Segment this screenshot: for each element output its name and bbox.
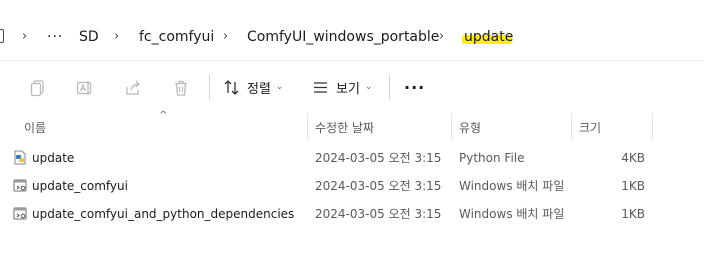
python-file-icon — [13, 150, 27, 165]
copy-icon[interactable] — [29, 79, 47, 97]
column-header-modified[interactable]: 수정한 날짜 — [315, 119, 374, 139]
toolbar-separator — [389, 74, 390, 100]
file-modified: 2024-03-05 오전 3:15 — [315, 179, 442, 193]
breadcrumb-sd[interactable]: SD — [79, 28, 99, 46]
sort-button[interactable]: 정렬 ⌄ — [223, 76, 283, 98]
file-name: update_comfyui — [32, 179, 128, 193]
file-modified: 2024-03-05 오전 3:15 — [315, 207, 442, 221]
column-header-size[interactable]: 크기 — [579, 119, 601, 139]
file-size: 1KB — [621, 207, 645, 221]
sort-icon — [223, 79, 240, 96]
column-divider[interactable] — [571, 113, 572, 140]
breadcrumb-overflow-button[interactable]: ··· — [47, 28, 63, 46]
chevron-down-icon: ⌄ — [275, 82, 284, 92]
file-type: Windows 배치 파일 — [459, 179, 565, 193]
rename-icon[interactable] — [76, 79, 94, 97]
chevron-right-icon: › — [114, 29, 120, 44]
file-type: Windows 배치 파일 — [459, 207, 565, 221]
file-row[interactable]: update_comfyui_and_python_dependencies 2… — [0, 200, 660, 228]
batch-file-icon — [13, 178, 27, 193]
address-bar-edge — [686, 18, 704, 56]
file-name: update — [32, 151, 75, 165]
folder-icon — [0, 29, 4, 43]
batch-file-icon — [13, 206, 27, 221]
sort-ascending-icon: ^ — [159, 110, 168, 121]
more-options-button[interactable]: ··· — [404, 76, 425, 98]
file-name: update_comfyui_and_python_dependencies — [32, 207, 295, 221]
breadcrumb-comfyui-windows-portable[interactable]: ComfyUI_windows_portable — [247, 28, 439, 46]
breadcrumb-fc-comfyui[interactable]: fc_comfyui — [139, 28, 214, 46]
column-header-type[interactable]: 유형 — [459, 119, 481, 139]
view-icon — [312, 79, 329, 96]
column-divider[interactable] — [652, 113, 653, 140]
breadcrumb-current-update[interactable]: update — [464, 28, 513, 46]
share-icon[interactable] — [124, 79, 142, 97]
file-modified: 2024-03-05 오전 3:15 — [315, 151, 442, 165]
chevron-right-icon: › — [22, 29, 28, 44]
toolbar-separator — [209, 74, 210, 100]
file-size: 4KB — [621, 151, 645, 165]
file-type: Python File — [459, 151, 525, 165]
sort-label: 정렬 — [247, 81, 271, 97]
column-divider[interactable] — [307, 113, 308, 140]
column-header-name[interactable]: 이름 — [24, 119, 46, 139]
file-row[interactable]: update 2024-03-05 오전 3:15 Python File 4K… — [0, 144, 660, 172]
delete-icon[interactable] — [172, 79, 190, 97]
chevron-right-icon: › — [223, 29, 229, 44]
view-button[interactable]: 보기 ⌄ — [312, 76, 372, 98]
column-divider[interactable] — [451, 113, 452, 140]
chevron-down-icon: ⌄ — [364, 82, 373, 92]
more-icon: ··· — [404, 77, 426, 97]
file-size: 1KB — [621, 179, 645, 193]
file-row[interactable]: update_comfyui 2024-03-05 오전 3:15 Window… — [0, 172, 660, 200]
view-label: 보기 — [336, 81, 360, 97]
chevron-right-icon: › — [439, 29, 445, 44]
